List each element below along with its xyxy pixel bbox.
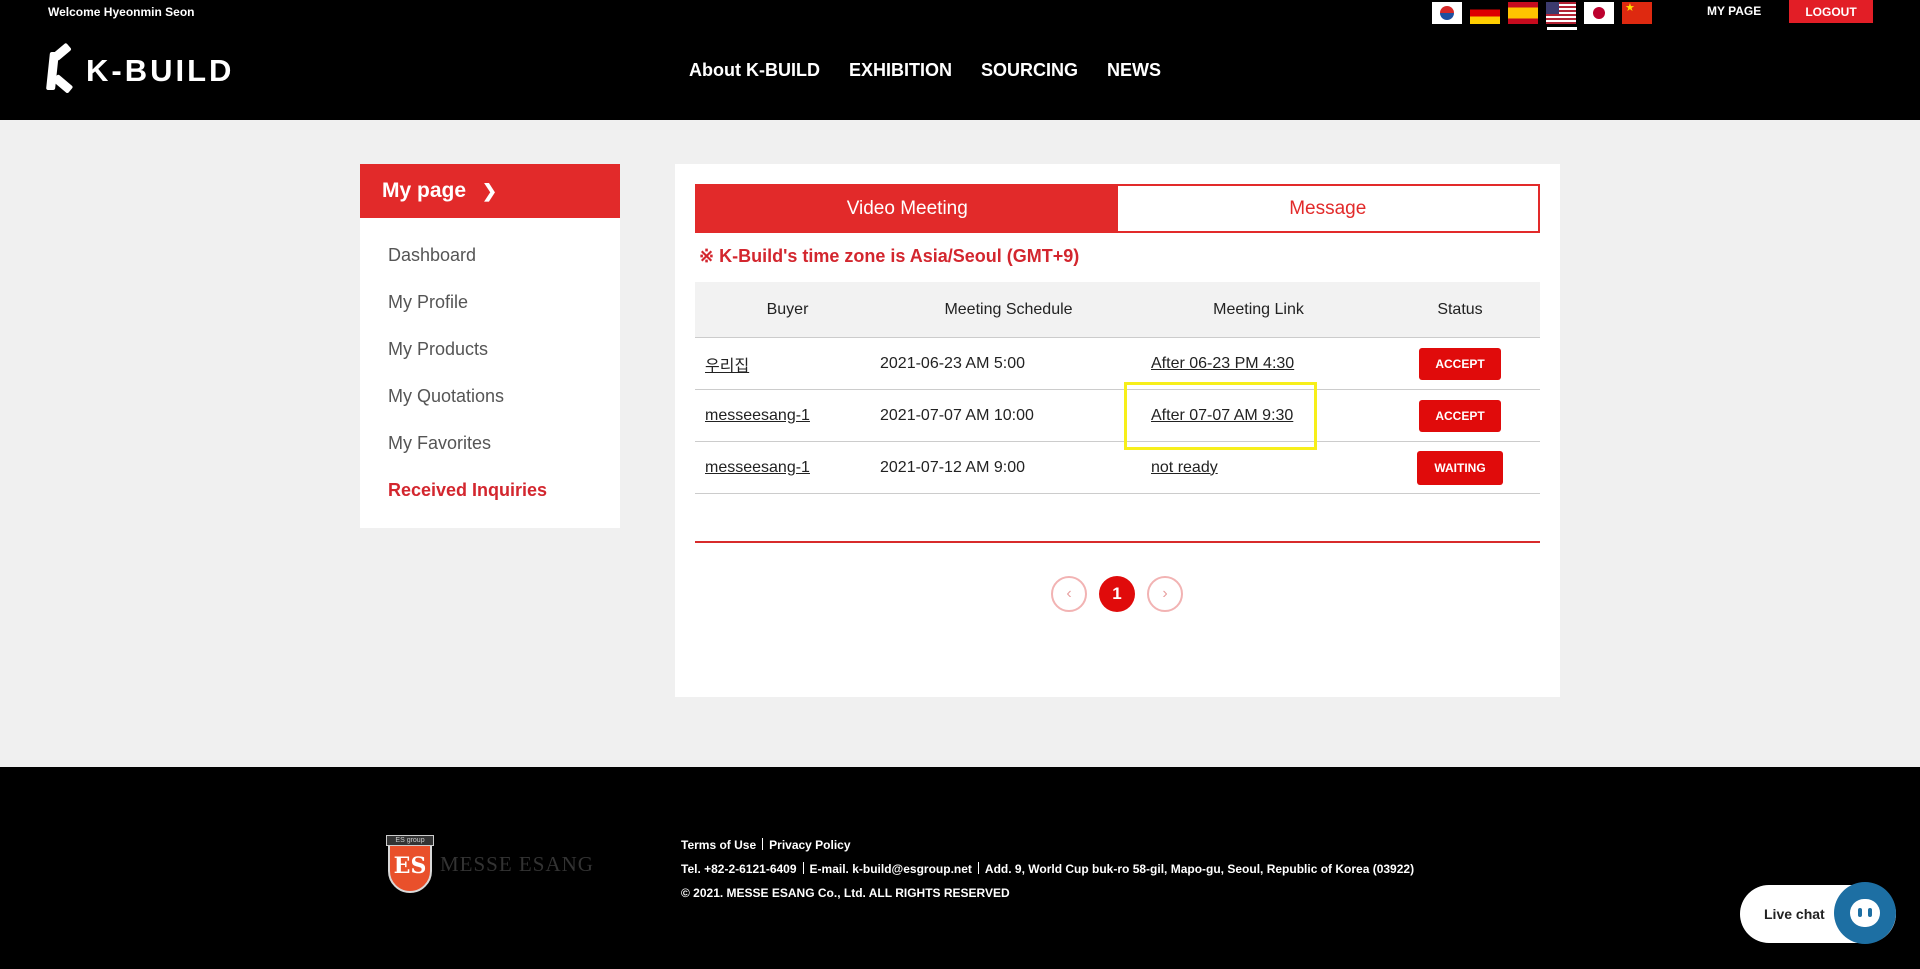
column-buyer: Buyer xyxy=(766,300,809,318)
nav-sourcing[interactable]: SOURCING xyxy=(981,60,1078,81)
logout-button[interactable]: LOGOUT xyxy=(1789,0,1873,23)
usa-flag-icon[interactable] xyxy=(1546,2,1576,24)
messe-esang-logo: ES group ES MESSE ESANG xyxy=(386,835,594,893)
buyer-link[interactable]: 우리집 xyxy=(705,358,749,375)
column-meeting-link: Meeting Link xyxy=(1213,300,1304,318)
chevron-right-icon: ❯ xyxy=(482,180,498,201)
buyer-link[interactable]: messeesang-1 xyxy=(705,407,810,424)
language-selector: ★ xyxy=(1432,2,1652,24)
sidebar-item-received-inquiries[interactable]: Received Inquiries xyxy=(388,480,547,501)
meeting-link[interactable]: not ready xyxy=(1151,459,1218,476)
nav-exhibition[interactable]: EXHIBITION xyxy=(849,60,952,81)
my-page-link[interactable]: MY PAGE xyxy=(1707,4,1761,18)
meeting-link[interactable]: After 06-23 PM 4:30 xyxy=(1151,355,1294,372)
table-row: messeesang-1 2021-07-12 AM 9:00 not read… xyxy=(695,442,1540,494)
timezone-note: ※ K-Build's time zone is Asia/Seoul (GMT… xyxy=(699,246,1080,266)
meeting-schedule: 2021-07-07 AM 10:00 xyxy=(880,406,1034,424)
germany-flag-icon[interactable] xyxy=(1470,2,1500,24)
highlight-box xyxy=(1124,382,1317,450)
meeting-tabs: Video Meeting Message xyxy=(695,184,1540,233)
sidebar-item-my-quotations[interactable]: My Quotations xyxy=(388,386,504,407)
main-nav: About K-BUILD EXHIBITION SOURCING NEWS xyxy=(689,60,1161,81)
footer-email: E-mail. k-build@esgroup.net xyxy=(809,862,972,876)
meeting-panel: Video Meeting Message ※ K-Build's time z… xyxy=(675,164,1560,697)
terms-of-use-link[interactable]: Terms of Use xyxy=(681,838,756,852)
korea-flag-icon[interactable] xyxy=(1432,2,1462,24)
privacy-policy-link[interactable]: Privacy Policy xyxy=(769,838,850,852)
meeting-table: Buyer Meeting Schedule Meeting Link Stat… xyxy=(695,282,1540,494)
spain-flag-icon[interactable] xyxy=(1508,2,1538,24)
footer-tel: Tel. +82-2-6121-6409 xyxy=(681,862,797,876)
table-bottom-divider xyxy=(695,541,1540,543)
column-status: Status xyxy=(1437,300,1483,318)
status-accept-button[interactable]: ACCEPT xyxy=(1419,399,1501,432)
next-page-button[interactable]: › xyxy=(1147,576,1183,612)
tab-message[interactable]: Message xyxy=(1117,186,1538,231)
china-flag-icon[interactable]: ★ xyxy=(1622,2,1652,24)
sidebar-item-my-profile[interactable]: My Profile xyxy=(388,292,468,313)
live-chat-label: Live chat xyxy=(1764,906,1825,922)
status-accept-button[interactable]: ACCEPT xyxy=(1419,347,1501,380)
table-row: 우리집 2021-06-23 AM 5:00 After 06-23 PM 4:… xyxy=(695,338,1540,390)
es-shield-icon: ES group ES xyxy=(386,835,434,893)
sidebar-menu: Dashboard My Profile My Products My Quot… xyxy=(360,218,620,528)
footer-address: Add. 9, World Cup buk-ro 58-gil, Mapo-gu… xyxy=(984,862,1415,876)
column-meeting-schedule: Meeting Schedule xyxy=(944,300,1073,318)
table-header: Buyer Meeting Schedule Meeting Link Stat… xyxy=(695,282,1540,338)
selected-language-indicator xyxy=(1547,27,1577,30)
status-waiting-button[interactable]: WAITING xyxy=(1417,450,1503,485)
nav-about[interactable]: About K-BUILD xyxy=(689,60,820,81)
site-header: Welcome Hyeonmin Seon K-BUILD About K-BU… xyxy=(0,0,1920,120)
k-build-logo[interactable]: K-BUILD xyxy=(46,42,235,94)
footer-info: Terms of Use Privacy Policy Tel. +82-2-61… xyxy=(681,833,1414,905)
pagination: ‹ 1 › xyxy=(1051,576,1183,612)
sidebar-item-my-products[interactable]: My Products xyxy=(388,339,488,360)
prev-page-button[interactable]: ‹ xyxy=(1051,576,1087,612)
sidebar-title-label: My page xyxy=(382,179,467,202)
logo-text: K-BUILD xyxy=(86,53,235,88)
sidebar-item-my-favorites[interactable]: My Favorites xyxy=(388,433,491,454)
k-build-logo-icon xyxy=(46,42,80,94)
nav-news[interactable]: NEWS xyxy=(1107,60,1161,81)
buyer-link[interactable]: messeesang-1 xyxy=(705,459,810,476)
tab-video-meeting[interactable]: Video Meeting xyxy=(697,186,1118,231)
sidebar-title[interactable]: My page ❯ xyxy=(360,164,620,218)
footer-brand-text: MESSE ESANG xyxy=(440,851,594,876)
page-1-button[interactable]: 1 xyxy=(1099,576,1135,612)
meeting-schedule: 2021-07-12 AM 9:00 xyxy=(880,458,1025,476)
sidebar-item-dashboard[interactable]: Dashboard xyxy=(388,245,476,266)
footer-copyright: © 2021. MESSE ESANG Co., Ltd. ALL RIGHTS… xyxy=(681,886,1010,900)
japan-flag-icon[interactable] xyxy=(1584,2,1614,24)
meeting-schedule: 2021-06-23 AM 5:00 xyxy=(880,354,1025,372)
table-row: messeesang-1 2021-07-07 AM 10:00 After 0… xyxy=(695,390,1540,442)
chat-bubble-icon[interactable] xyxy=(1834,882,1896,944)
welcome-text: Welcome Hyeonmin Seon xyxy=(48,5,195,19)
